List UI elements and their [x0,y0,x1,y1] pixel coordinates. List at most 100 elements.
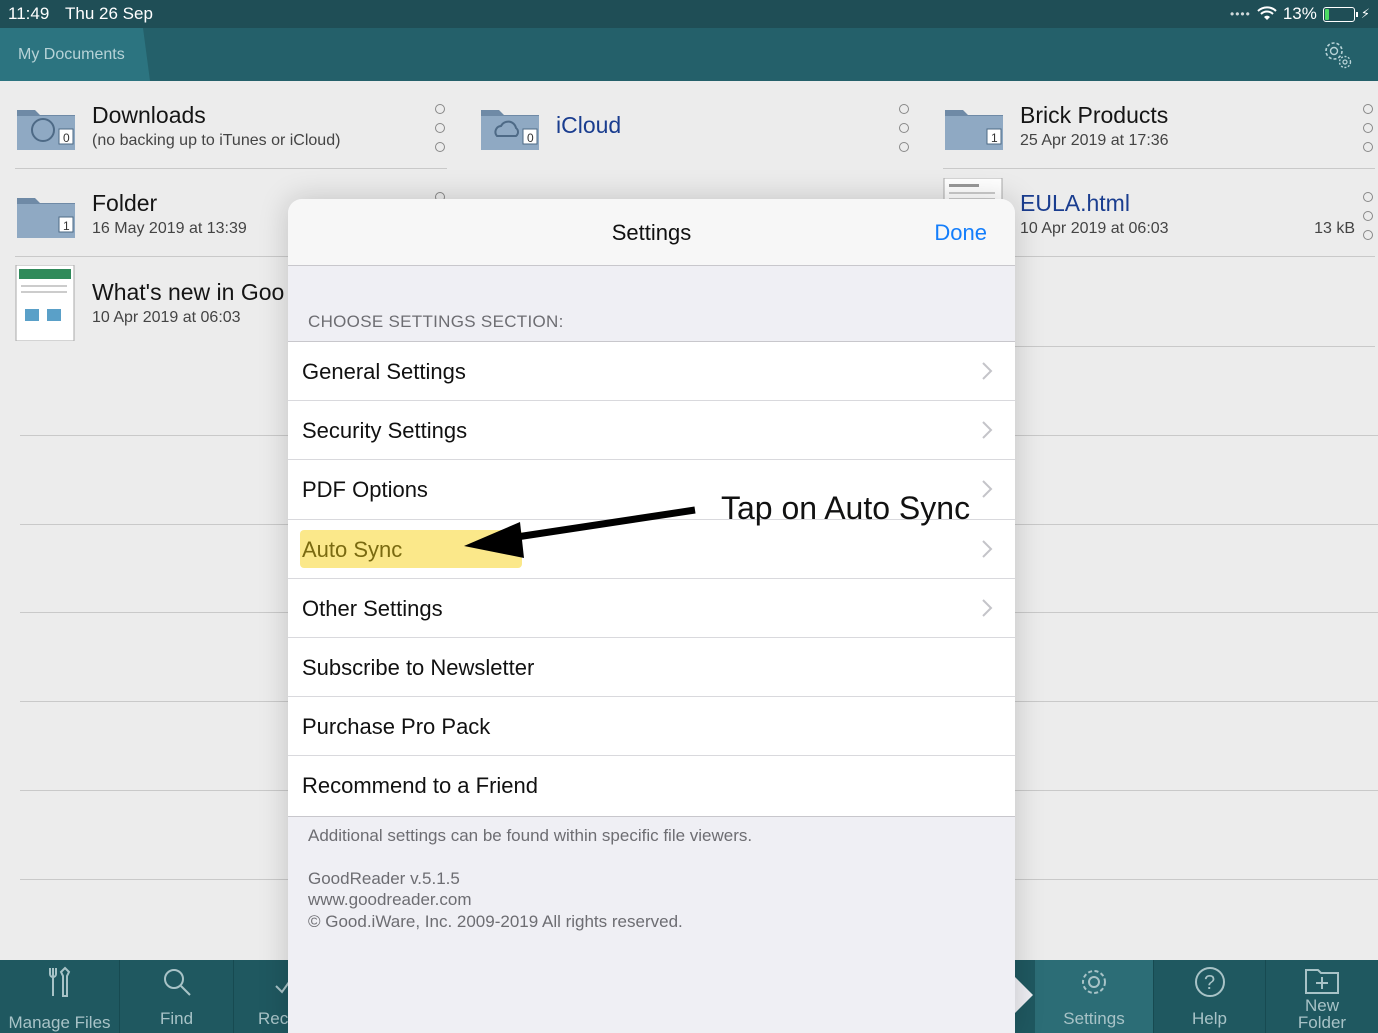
settings-row-security[interactable]: Security Settings [288,401,1015,461]
divider [20,435,288,436]
toolbar-label: New Folder [1297,996,1347,1032]
divider [20,701,288,702]
chevron-right-icon [982,539,993,558]
annotation-text: Tap on Auto Sync [721,490,971,526]
folder-globe-icon: 0 [17,110,75,150]
file-name: Downloads [92,102,206,128]
row-label: PDF Options [302,477,428,503]
settings-button[interactable]: Settings [1035,960,1153,1033]
file-name: EULA.html [1020,190,1130,216]
file-subtitle: 16 May 2019 at 13:39 [92,220,247,237]
file-item-icloud[interactable]: 0 iCloud [479,102,911,190]
wifi-icon [1257,6,1277,20]
row-label: General Settings [302,359,466,384]
more-options-icon[interactable] [1363,104,1375,161]
chevron-right-icon [982,599,993,617]
top-navigation-bar: My Documents [0,28,1378,81]
status-bar: 11:49 Thu 26 Sep •••• 13% ⚡ [0,0,1378,28]
divider [943,168,1375,169]
divider [20,524,288,525]
divider [1015,435,1378,436]
toolbar-label: Find [159,1009,194,1028]
divider [20,879,288,880]
popover-arrow [1013,975,1033,1015]
chevron-right-icon [982,480,993,499]
settings-list: General Settings Security Settings PDF O… [288,341,1015,817]
more-options-icon[interactable] [435,104,447,161]
settings-row-newsletter[interactable]: Subscribe to Newsletter [288,638,1015,698]
file-name: Folder [92,190,158,216]
file-subtitle: 25 Apr 2019 at 17:36 [1020,132,1169,149]
folder-cloud-icon: 0 [481,110,539,150]
divider [20,790,288,791]
section-header: CHOOSE SETTINGS SECTION: [308,312,564,331]
tab-my-documents[interactable]: My Documents [0,28,150,81]
svg-text:0: 0 [63,131,70,145]
settings-row-other[interactable]: Other Settings [288,579,1015,638]
battery-icon [1322,6,1358,22]
new-folder-icon [1305,969,1339,994]
more-options-icon[interactable] [899,104,911,161]
chevron-right-icon [982,362,993,380]
signal-dots-icon: •••• [1230,7,1251,21]
divider [1015,612,1378,613]
help-button[interactable]: ? Help [1154,960,1265,1033]
battery-percent: 13% [1282,4,1317,23]
annotation-arrow-icon [464,506,696,558]
row-label: Other Settings [302,595,443,621]
toolbar-label: Settings [1063,1009,1125,1028]
file-name: iCloud [556,112,622,138]
divider [1015,524,1378,525]
divider [15,168,447,169]
file-item-brick-products[interactable]: 1 Brick Products 25 Apr 2019 at 17:36 [943,102,1375,190]
chevron-right-icon [982,421,993,439]
row-label: Recommend to a Friend [302,773,538,799]
question-icon: ? [1194,967,1225,997]
divider [20,612,288,613]
toolbar-label: Manage Files [8,1013,111,1032]
done-button[interactable]: Done [934,220,987,246]
document-icon [15,265,75,341]
popover-header: Settings Done [288,199,1015,266]
more-options-icon[interactable] [1363,192,1375,249]
magnifier-icon [163,969,191,996]
gear-icon [1082,970,1106,994]
settings-row-pro-pack[interactable]: Purchase Pro Pack [288,697,1015,757]
new-folder-button[interactable]: New Folder [1266,960,1378,1033]
file-subtitle: (no backing up to iTunes or iCloud) [92,132,341,149]
charging-icon: ⚡ [1360,6,1370,21]
file-subtitle: 10 Apr 2019 at 06:03 [1020,220,1169,237]
file-name: Brick Products [1020,102,1169,128]
website-link[interactable]: www.goodreader.com [308,890,471,910]
file-item-downloads[interactable]: 0 Downloads (no backing up to iTunes or … [15,102,447,190]
row-label: Auto Sync [302,536,403,562]
row-label: Security Settings [302,418,468,444]
copyright-text: © Good.iWare, Inc. 2009-2019 All rights … [308,912,683,931]
divider [1015,701,1378,702]
gear-icon[interactable] [1320,38,1354,72]
status-time: 11:49 [8,4,50,23]
row-label: Purchase Pro Pack [302,714,491,740]
settings-row-recommend[interactable]: Recommend to a Friend [288,756,1015,815]
tools-icon [48,966,70,997]
file-size: 13 kB [1314,220,1355,237]
divider [1015,790,1378,791]
file-name: What's new in Goo [92,279,285,305]
folder-icon: 1 [17,198,75,238]
settings-popover: Settings Done CHOOSE SETTINGS SECTION: G… [288,199,1015,1033]
row-label: Subscribe to Newsletter [302,654,535,680]
settings-row-general[interactable]: General Settings [288,342,1015,402]
folder-icon: 1 [945,110,1003,150]
find-button[interactable]: Find [120,960,233,1033]
toolbar-label: Help [1192,1009,1227,1028]
svg-text:1: 1 [63,219,70,233]
divider [1015,879,1378,880]
svg-text:1: 1 [991,131,998,145]
status-date: Thu 26 Sep [65,4,153,23]
svg-text:0: 0 [527,131,534,145]
manage-files-button[interactable]: Manage Files [0,960,119,1033]
svg-text:?: ? [1204,972,1215,994]
version-text: GoodReader v.5.1.5 [308,869,460,888]
popover-title: Settings [611,220,692,245]
footer-note: Additional settings can be found within … [308,826,753,845]
